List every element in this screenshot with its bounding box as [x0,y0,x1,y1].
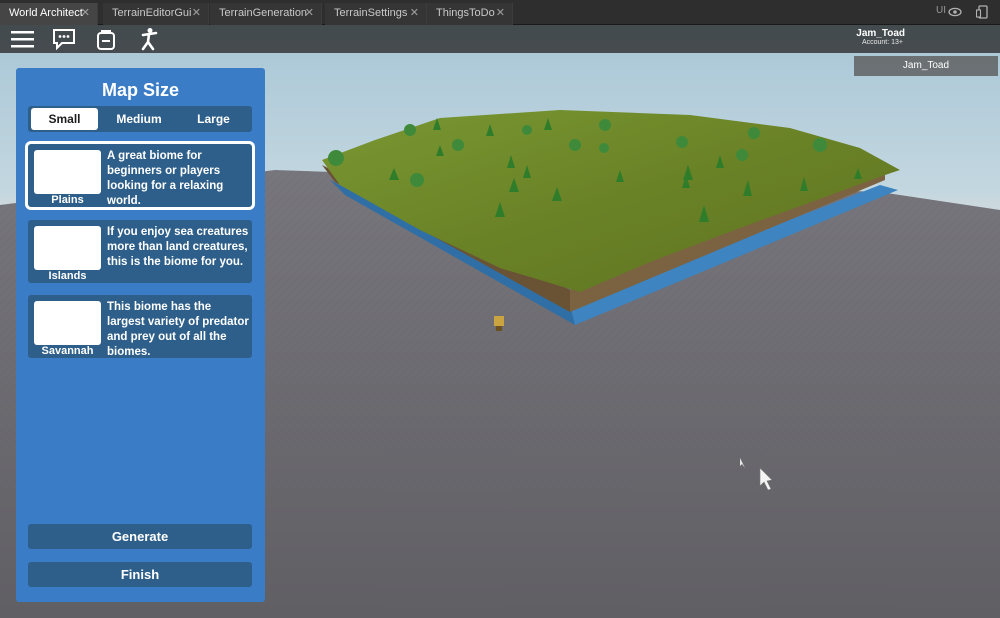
biome-name: Savannah [41,345,94,357]
panel-title: Map Size [101,80,180,100]
generate-button[interactable]: Generate [28,524,252,549]
menu-icon[interactable] [9,27,37,51]
map-size-selector: Small Medium Large [28,106,252,132]
chat-icon[interactable] [50,27,78,51]
map-size-panel: Map Size Small Medium Large Plains A gre… [16,68,265,602]
tab-label: World Architect [9,7,83,19]
biome-card-islands[interactable]: Islands If you enjoy sea creatures more … [28,220,252,283]
eye-icon[interactable] [948,7,962,17]
tab-label: TerrainGeneration [219,7,308,19]
biome-name: Plains [51,194,84,206]
close-icon[interactable]: ✕ [410,3,419,23]
tab-terrain-generation[interactable]: TerrainGeneration ✕ [210,3,322,25]
biome-description: If you enjoy sea creatures more than lan… [107,226,249,268]
biome-thumbnail [34,226,101,270]
backpack-icon[interactable] [92,27,120,51]
tab-terrain-settings[interactable]: TerrainSettings ✕ [325,3,427,25]
tab-label: TerrainEditorGui [112,7,192,19]
device-icon[interactable] [976,5,990,19]
emote-icon[interactable] [134,27,162,51]
biome-thumbnail [34,150,101,194]
player-list-entry[interactable]: Jam_Toad [854,56,998,76]
biome-description: This biome has the largest variety of pr… [107,301,249,358]
biome-name: Islands [48,270,87,282]
tab-terrain-editor-gui[interactable]: TerrainEditorGui ✕ [103,3,209,25]
finish-button[interactable]: Finish [28,562,252,587]
size-medium-button[interactable]: Medium [103,108,175,130]
account-name: Jam_Toad [856,28,905,39]
tab-world-architect[interactable]: World Architect ✕ [0,3,98,25]
close-icon[interactable]: ✕ [192,3,201,23]
biome-thumbnail [34,301,101,345]
size-small-button[interactable]: Small [31,108,98,130]
biome-card-savannah[interactable]: Savannah This biome has the largest vari… [28,295,252,358]
tab-things-to-do[interactable]: ThingsToDo ✕ [427,3,513,25]
account-age-label: Account: 13+ [861,39,903,46]
close-icon[interactable]: ✕ [305,3,314,23]
ui-toggle-label[interactable]: UI [936,5,946,16]
top-bar: Jam_Toad Account: 13+ [0,25,1000,53]
close-icon[interactable]: ✕ [81,3,90,23]
tab-label: ThingsToDo [436,7,495,19]
biome-card-plains[interactable]: Plains A great biome for beginners or pl… [28,144,252,207]
size-large-button[interactable]: Large [178,108,249,130]
close-icon[interactable]: ✕ [496,3,505,23]
tab-label: TerrainSettings [334,7,408,19]
tab-bar: World Architect ✕ TerrainEditorGui ✕ Ter… [0,0,1000,25]
biome-description: A great biome for beginners or players l… [107,150,224,207]
